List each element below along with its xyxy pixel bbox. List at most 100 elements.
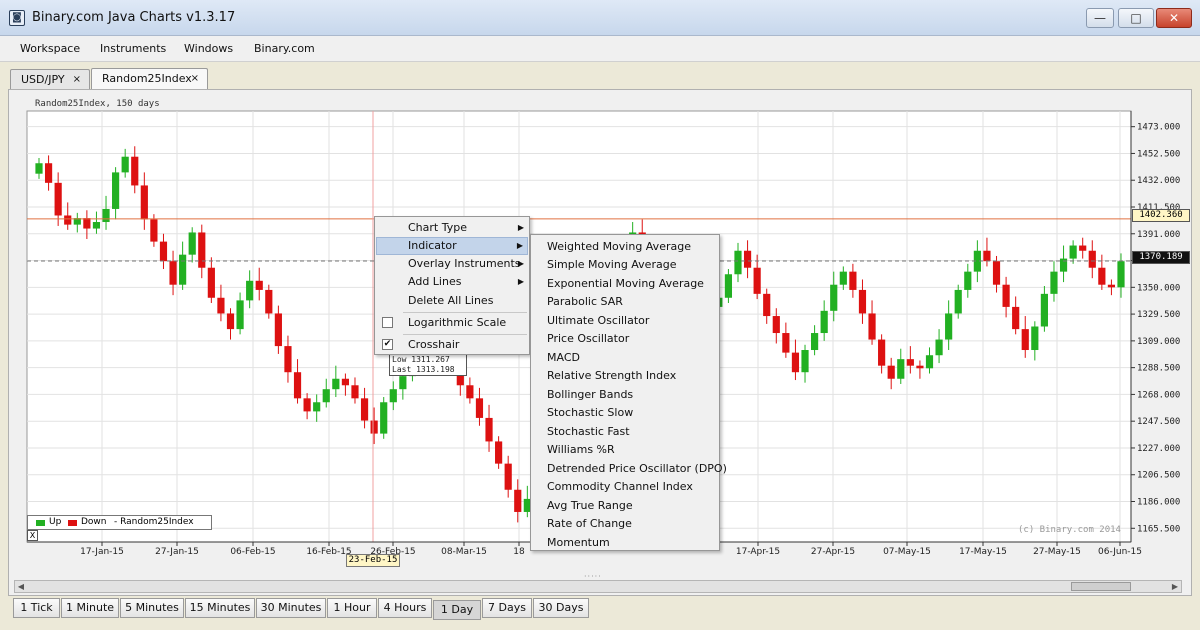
legend-series: - Random25Index (114, 517, 194, 527)
indicator-dpo[interactable]: Detrended Price Oscillator (DPO) (547, 462, 727, 475)
y-axis: 1473.0001452.5001432.0001411.5001391.000… (1130, 111, 1180, 542)
candle-down (514, 489, 522, 512)
x-tick-label: 17-Apr-15 (736, 547, 780, 557)
candle-down (849, 271, 857, 290)
candle-down (1021, 329, 1029, 351)
scroll-left-icon[interactable]: ◀ (15, 581, 27, 592)
y-tick-label: 1288.500 (1137, 364, 1180, 374)
indicator-avg-true-range[interactable]: Avg True Range (547, 499, 633, 512)
y-tick-label: 1206.500 (1137, 471, 1180, 481)
candle-up (734, 250, 742, 275)
menu-item-logarithmic-scale[interactable]: Logarithmic Scale (376, 314, 528, 332)
menu-item-label: Overlay Instruments (408, 257, 521, 270)
timeframe-15-minutes[interactable]: 15 Minutes (185, 598, 255, 618)
menu-item-overlay-instruments[interactable]: Overlay Instruments ▶ (376, 255, 528, 273)
candle-down (791, 352, 800, 373)
y-tick-label: 1165.500 (1137, 524, 1180, 534)
y-tick-label: 1247.500 (1137, 417, 1180, 427)
menu-separator (403, 334, 527, 335)
legend-up: Up (49, 517, 62, 527)
candle-down (293, 372, 302, 399)
timeframe-1-tick[interactable]: 1 Tick (13, 598, 60, 618)
menu-item-add-lines[interactable]: Add Lines ▶ (376, 273, 528, 291)
indicator-macd[interactable]: MACD (547, 351, 580, 364)
candle-up (236, 300, 244, 330)
indicator-ultimate-oscillator[interactable]: Ultimate Oscillator (547, 314, 649, 327)
candle-down (1002, 284, 1010, 307)
candle-up (332, 378, 340, 390)
indicator-price-oscillator[interactable]: Price Oscillator (547, 332, 629, 345)
candle-down (140, 185, 148, 220)
menu-item-label: Delete All Lines (408, 294, 494, 307)
candle-up (121, 156, 129, 173)
indicator-relative-strength-index[interactable]: Relative Strength Index (547, 369, 676, 382)
scrollbar-thumb[interactable] (1071, 582, 1131, 591)
candle-down (150, 219, 158, 242)
timeframe-1-minute[interactable]: 1 Minute (61, 598, 119, 618)
candle-up (839, 271, 847, 285)
indicator-weighted-moving-average[interactable]: Weighted Moving Average (547, 240, 691, 253)
candle-down (131, 156, 139, 186)
checkbox-icon (382, 317, 393, 328)
timeframe-1-day[interactable]: 1 Day (433, 600, 481, 620)
indicator-momentum[interactable]: Momentum (547, 536, 610, 549)
candle-down (1088, 250, 1096, 268)
menu-item-label: Indicator (408, 239, 457, 252)
y-tick-label: 1473.000 (1137, 123, 1180, 133)
timeframe-4-hours[interactable]: 4 Hours (378, 598, 432, 618)
y-tick-label: 1391.000 (1137, 230, 1180, 240)
indicator-rate-of-change[interactable]: Rate of Change (547, 517, 632, 530)
candle-up (1031, 326, 1039, 351)
indicator-bollinger-bands[interactable]: Bollinger Bands (547, 388, 633, 401)
candle-up (1069, 245, 1077, 259)
indicator-commodity-channel-index[interactable]: Commodity Channel Index (547, 480, 693, 493)
candle-down (370, 420, 378, 434)
candle-down (983, 250, 991, 262)
menu-item-crosshair[interactable]: ✔ Crosshair (376, 336, 528, 354)
indicator-stochastic-slow[interactable]: Stochastic Slow (547, 406, 633, 419)
candle-down (763, 293, 771, 317)
indicator-stochastic-fast[interactable]: Stochastic Fast (547, 425, 630, 438)
y-tick-label: 1227.000 (1137, 444, 1180, 454)
x-tick-label: 06-Jun-15 (1098, 547, 1142, 557)
candle-up (830, 284, 838, 311)
down-swatch (68, 520, 77, 526)
candle-up (112, 172, 120, 209)
crosshair-price-label: 1402.360 (1132, 209, 1190, 222)
candle-down (303, 398, 311, 412)
y-tick-label: 1268.000 (1137, 390, 1180, 400)
candle-down (1107, 284, 1116, 288)
indicator-simple-moving-average[interactable]: Simple Moving Average (547, 258, 676, 271)
timeframe-30-days[interactable]: 30 Days (533, 598, 589, 618)
menu-item-delete-all-lines[interactable]: Delete All Lines (376, 292, 528, 310)
candle-down (495, 441, 503, 464)
up-swatch (36, 520, 45, 526)
menu-item-indicator[interactable]: Indicator ▶ (376, 237, 528, 255)
timeframe-5-minutes[interactable]: 5 Minutes (120, 598, 184, 618)
indicator-exponential-moving-average[interactable]: Exponential Moving Average (547, 277, 704, 290)
y-tick-label: 1452.500 (1137, 149, 1180, 159)
x-tick-label: 17-Jan-15 (80, 547, 124, 557)
timeframe-1-hour[interactable]: 1 Hour (327, 598, 377, 618)
submenu-arrow-icon: ▶ (516, 241, 523, 250)
submenu-arrow-icon: ▶ (517, 259, 524, 268)
candle-down (255, 280, 263, 290)
indicator-parabolic-sar[interactable]: Parabolic SAR (547, 295, 623, 308)
indicator-williams-r[interactable]: Williams %R (547, 443, 615, 456)
x-tick-label: 27-Apr-15 (811, 547, 855, 557)
x-tick-label: 27-Jan-15 (155, 547, 199, 557)
scroll-right-icon[interactable]: ▶ (1169, 581, 1181, 592)
x-tick-label: 16-Feb-15 (306, 547, 351, 557)
menu-item-chart-type[interactable]: Chart Type ▶ (376, 219, 528, 237)
candle-up (380, 402, 388, 434)
legend-close-button[interactable]: X (27, 530, 38, 541)
candle-up (1050, 271, 1058, 294)
timeframe-7-days[interactable]: 7 Days (482, 598, 532, 618)
candle-down (868, 313, 876, 340)
timeframe-30-minutes[interactable]: 30 Minutes (256, 598, 326, 618)
candle-up (724, 274, 733, 298)
horizontal-scrollbar[interactable]: ◀ ▶ (14, 580, 1182, 593)
candle-up (1117, 261, 1125, 288)
menu-item-label: Logarithmic Scale (408, 316, 507, 329)
y-tick-label: 1432.000 (1137, 176, 1180, 186)
